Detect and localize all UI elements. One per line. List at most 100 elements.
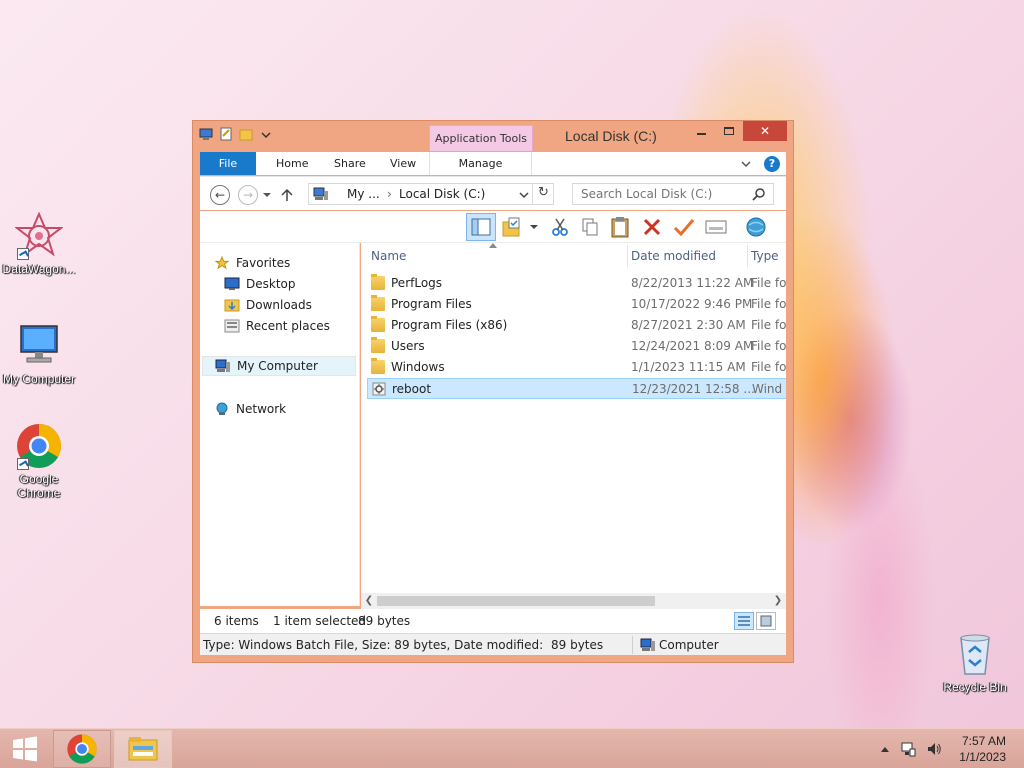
details-view-button[interactable] [734,612,754,630]
file-row-reboot[interactable]: reboot 12/23/2021 12:58 ... Wind [367,378,786,399]
rename-button[interactable] [672,215,696,239]
maximize-button[interactable] [715,121,743,141]
downloads-folder-icon [224,299,240,312]
tab-view[interactable]: View [378,152,428,175]
taskbar-file-explorer-button[interactable] [114,730,172,768]
datawagon-icon [14,211,64,260]
nav-desktop[interactable]: Desktop [224,274,296,294]
file-row-users[interactable]: Users 12/24/2021 8:09 AM File fo [367,336,786,357]
forward-button[interactable]: → [238,185,258,205]
nav-my-computer[interactable]: My Computer [202,356,356,376]
file-date: 12/24/2021 8:09 AM [631,339,754,353]
volume-icon[interactable] [926,741,942,757]
computer-icon [313,187,328,200]
quick-access-toolbar [199,127,273,141]
nav-downloads[interactable]: Downloads [224,295,312,315]
open-with-button[interactable] [744,215,768,239]
file-date: 12/23/2021 12:58 ... [632,382,755,396]
cut-button[interactable] [548,215,572,239]
desktop-icon-label: Recycle Bin [943,680,1007,694]
clipboard-icon [611,217,629,238]
nav-recent-places[interactable]: Recent places [224,316,330,336]
minimize-icon [696,133,706,135]
taskbar-chrome-button[interactable] [53,730,111,768]
column-header-type[interactable]: Type [751,243,779,269]
breadcrumb-local-disk[interactable]: Local Disk (C:) [399,184,485,204]
nav-network[interactable]: Network [214,399,286,419]
file-row-windows[interactable]: Windows 1/1/2023 11:15 AM File fo [367,357,786,378]
copy-button[interactable] [578,215,602,239]
scroll-thumb[interactable] [377,596,655,606]
up-arrow-icon[interactable] [280,188,294,202]
delete-button[interactable] [640,215,664,239]
desktop-icon-datawagon[interactable]: DataWagon... [0,211,78,276]
file-row-perflogs[interactable]: PerfLogs 8/22/2013 11:22 AM File fo [367,273,786,294]
file-row-program-files[interactable]: Program Files 10/17/2022 9:46 PM File fo [367,294,786,315]
tab-share[interactable]: Share [322,152,378,175]
properties-icon[interactable] [219,127,233,141]
nav-favorites[interactable]: Favorites [214,253,290,273]
tab-manage[interactable]: Manage [429,152,532,175]
close-button[interactable]: ✕ [743,121,787,141]
search-input[interactable] [572,183,774,205]
search-icon[interactable] [752,187,766,201]
scroll-left-button[interactable]: ❮ [361,593,377,609]
chevron-down-icon[interactable] [259,127,273,141]
network-status-icon[interactable] [900,741,916,757]
paste-button[interactable] [608,215,632,239]
windows-logo-icon [13,736,37,762]
start-button[interactable] [0,730,50,768]
view-buttons [734,612,776,630]
chrome-icon [15,422,63,470]
breadcrumb-separator[interactable]: › [387,184,392,204]
desktop-icon-recycle-bin[interactable]: Recycle Bin [936,630,1014,694]
copy-icon [582,218,598,236]
close-icon: ✕ [759,124,771,138]
refresh-button[interactable]: ↻ [532,183,554,205]
desktop-icon-label: My Computer [2,372,76,386]
chevron-down-icon[interactable] [530,223,538,231]
tab-home[interactable]: Home [264,152,320,175]
network-icon [216,402,228,415]
desktop-icon-google-chrome[interactable]: Google Chrome [0,422,78,500]
navigation-pane-button[interactable] [466,213,496,241]
file-name: Program Files [391,297,472,311]
checkmark-icon [673,219,695,237]
scroll-right-button[interactable]: ❯ [770,593,786,609]
details-info: Type: Windows Batch File, Size: 89 bytes… [203,638,546,652]
properties-button[interactable] [704,215,728,239]
status-bar: 6 items 1 item selected 89 bytes [200,609,786,633]
expand-ribbon-icon[interactable] [740,158,752,170]
address-input[interactable]: My ... › Local Disk (C:) [308,183,554,205]
taskbar-clock[interactable]: 7:57 AM 1/1/2023 [959,733,1006,765]
computer-icon [215,359,230,372]
new-folder-icon[interactable] [239,127,253,141]
breadcrumb-my-computer[interactable]: My ... [347,184,380,204]
column-header-name[interactable]: Name [371,243,406,269]
desktop-icon-label: Google Chrome [17,472,61,500]
properties-folder-button[interactable] [500,215,524,239]
large-icons-view-button[interactable] [756,612,776,630]
status-item-count: 6 items [214,614,259,628]
minimize-button[interactable] [687,121,715,141]
status-selected: 1 item selected [273,614,367,628]
folder-icon [371,274,385,290]
back-button[interactable]: ← [210,185,230,205]
help-icon[interactable]: ? [764,156,780,172]
column-header-date-modified[interactable]: Date modified [631,243,716,269]
sort-arrow-icon [489,243,497,248]
address-dropdown-icon[interactable] [519,190,529,200]
horizontal-scrollbar[interactable]: ❮ ❯ [361,593,786,609]
nav-network-label: Network [236,402,287,416]
recent-locations-chevron-icon[interactable] [262,190,272,200]
refresh-icon: ↻ [538,185,549,200]
file-name: Windows [391,360,445,374]
title-bar[interactable]: Application Tools Local Disk (C:) ✕ [193,121,793,151]
desktop-icon-my-computer[interactable]: My Computer [0,322,78,386]
file-name: Users [391,339,425,353]
explorer-window[interactable]: Application Tools Local Disk (C:) ✕ File… [192,120,794,663]
file-row-program-files-x86[interactable]: Program Files (x86) 8/27/2021 2:30 AM Fi… [367,315,786,336]
file-type: File fo [751,276,786,290]
tab-file[interactable]: File [200,152,256,175]
show-hidden-icons-chevron-icon[interactable] [880,745,890,753]
